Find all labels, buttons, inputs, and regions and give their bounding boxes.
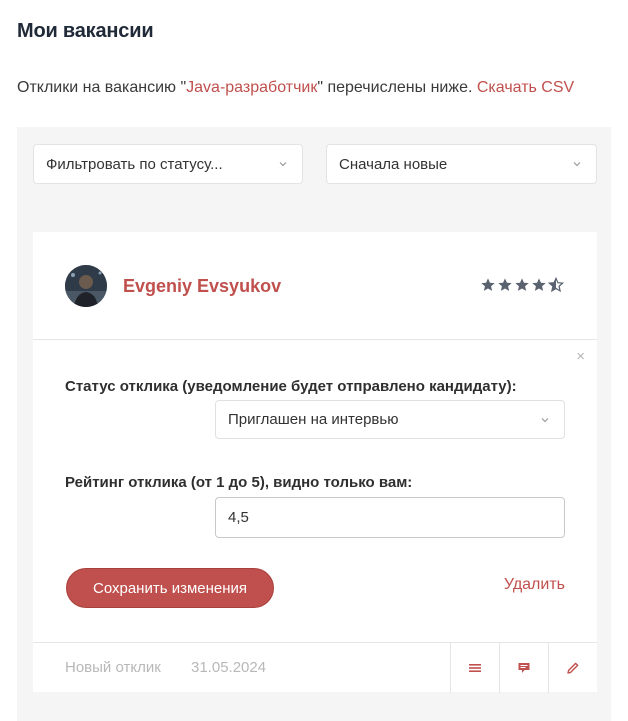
intro-prefix: Отклики на вакансию " [17,79,187,96]
star-icon [481,278,495,291]
response-status: Новый отклик [65,659,161,676]
response-date: 31.05.2024 [191,659,267,676]
sort-select[interactable]: Сначала новые [326,144,597,184]
status-label: Статус отклика (уведомление будет отправ… [65,378,517,395]
chevron-down-icon [541,418,549,423]
sort-value: Сначала новые [339,155,448,173]
page-title: Мои вакансии [17,20,154,42]
star-icon [515,278,529,291]
response-card: Evgeniy Evsyukov × Статус отклика (уведо… [33,232,597,693]
intro-suffix: " перечислены ниже. [317,79,477,96]
rating-label: Рейтинг отклика (от 1 до 5), видно тольк… [65,474,413,491]
candidate-name[interactable]: Evgeniy Evsyukov [123,276,281,297]
menu-icon [469,664,481,672]
vacancy-name: Java-разработчик [186,79,318,96]
edit-button[interactable] [548,643,597,693]
candidate-header: Evgeniy Evsyukov [33,232,597,340]
close-icon[interactable]: × [576,348,585,365]
download-csv-link[interactable]: Скачать CSV [477,79,574,96]
comment-button[interactable] [499,643,548,693]
save-button[interactable]: Сохранить изменения [66,568,274,608]
menu-button[interactable] [450,643,499,693]
avatar[interactable] [65,265,107,307]
status-select[interactable]: Приглашен на интервью [215,400,565,439]
comment-icon [518,663,530,673]
rating-input[interactable] [215,497,565,538]
responses-panel: Фильтровать по статусу... Сначала новые … [17,127,611,721]
status-select-value: Приглашен на интервью [228,411,399,428]
status-filter-value: Фильтровать по статусу... [46,155,223,173]
card-footer: Новый отклик 31.05.2024 [33,642,597,693]
star-icon [498,278,512,291]
rating-stars [480,277,564,293]
intro-text: Отклики на вакансию "Java-разработчик" п… [17,79,574,97]
pencil-icon [567,662,579,674]
chevron-down-icon [279,162,287,167]
half-star-icon [548,277,564,293]
delete-button[interactable]: Удалить [504,576,565,594]
star-icon [532,278,546,291]
chevron-down-icon [573,162,581,167]
status-filter-select[interactable]: Фильтровать по статусу... [33,144,303,184]
edit-form: × Статус отклика (уведомление будет отпр… [33,340,597,642]
